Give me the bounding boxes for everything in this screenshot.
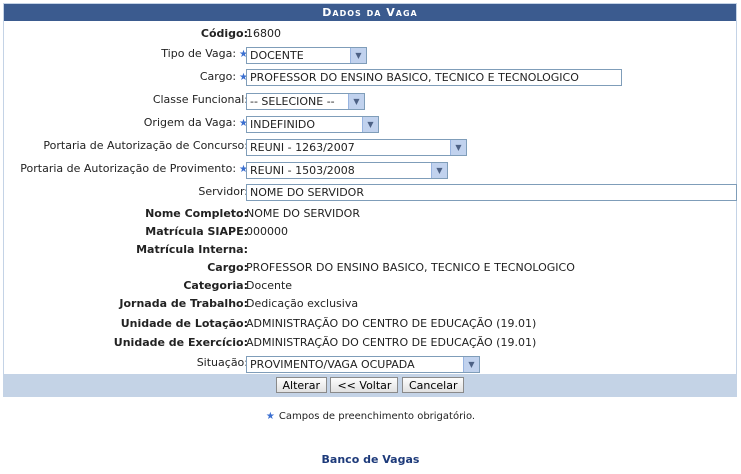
portaria-provimento-label-text: Portaria de Autorização de Provimento:	[20, 162, 237, 175]
chevron-down-icon[interactable]: ▼	[450, 139, 466, 155]
row-codigo: Código: 16800	[4, 24, 736, 44]
row-nome-completo: Nome Completo: NOME DO SERVIDOR	[4, 204, 736, 224]
cargo-label: Cargo: ★	[200, 67, 248, 87]
cargo-input[interactable]: PROFESSOR DO ENSINO BASICO, TECNICO E TE…	[246, 69, 622, 86]
chevron-down-icon[interactable]: ▼	[348, 93, 364, 109]
cargo-info-label: Cargo:	[207, 261, 248, 274]
tipo-vaga-label-text: Tipo de Vaga:	[161, 47, 237, 60]
categoria-label: Categoria:	[183, 279, 248, 292]
situacao-selected: PROVIMENTO/VAGA OCUPADA	[250, 357, 415, 371]
row-origem-vaga: Origem da Vaga: ★ INDEFINIDO ▼	[4, 113, 736, 133]
row-jornada: Jornada de Trabalho: Dedicação exclusiva	[4, 294, 736, 314]
form-panel: Dados da Vaga Código: 16800 Tipo de Vaga…	[3, 3, 737, 397]
origem-vaga-label-text: Origem da Vaga:	[143, 116, 237, 129]
unidade-exercicio-label: Unidade de Exercício:	[113, 336, 248, 349]
cargo-label-text: Cargo:	[199, 70, 237, 83]
voltar-button[interactable]: << Voltar	[330, 377, 399, 393]
row-classe-funcional: Classe Funcional: -- SELECIONE -- ▼	[4, 90, 736, 110]
chevron-down-icon[interactable]: ▼	[350, 47, 366, 63]
row-cargo: Cargo: ★ PROFESSOR DO ENSINO BASICO, TECN…	[4, 67, 736, 87]
nome-completo-value: NOME DO SERVIDOR	[246, 207, 360, 220]
portaria-provimento-select[interactable]: REUNI - 1503/2008 ▼	[246, 161, 448, 179]
servidor-input[interactable]: NOME DO SERVIDOR	[246, 184, 737, 201]
cancelar-button[interactable]: Cancelar	[401, 377, 465, 393]
row-unidade-exercicio: Unidade de Exercício: ADMINISTRAÇÃO DO C…	[4, 333, 736, 353]
tipo-vaga-select[interactable]: DOCENTE ▼	[246, 46, 367, 64]
portaria-concurso-select[interactable]: REUNI - 1263/2007 ▼	[246, 138, 467, 156]
classe-funcional-label: Classe Funcional:	[152, 93, 248, 106]
portaria-concurso-label: Portaria de Autorização de Concurso:	[43, 139, 248, 152]
required-fields-note: ★ Campos de preenchimento obrigatório.	[0, 411, 741, 422]
unidade-lotacao-label: Unidade de Lotação:	[120, 317, 248, 330]
row-servidor: Servidor: NOME DO SERVIDOR	[4, 182, 737, 202]
unidade-lotacao-value: ADMINISTRAÇÃO DO CENTRO DE EDUCAÇÃO (19.…	[246, 317, 537, 330]
categoria-value: Docente	[246, 279, 293, 292]
row-portaria-concurso: Portaria de Autorização de Concurso: REU…	[4, 136, 736, 156]
matricula-siape-value: 000000	[246, 225, 288, 238]
chevron-down-icon[interactable]: ▼	[463, 356, 479, 372]
chevron-down-icon[interactable]: ▼	[431, 162, 447, 178]
portaria-provimento-label: Portaria de Autorização de Provimento: ★	[20, 159, 248, 179]
row-cargo-info: Cargo: PROFESSOR DO ENSINO BASICO, TECNI…	[4, 258, 736, 278]
banco-de-vagas-link[interactable]: Banco de Vagas	[0, 453, 741, 466]
unidade-exercicio-value: ADMINISTRAÇÃO DO CENTRO DE EDUCAÇÃO (19.…	[246, 336, 537, 349]
servidor-label: Servidor:	[198, 185, 248, 198]
classe-funcional-selected: -- SELECIONE --	[250, 94, 335, 108]
origem-vaga-selected: INDEFINIDO	[250, 117, 316, 131]
portaria-concurso-selected: REUNI - 1263/2007	[250, 140, 355, 154]
row-unidade-lotacao: Unidade de Lotação: ADMINISTRAÇÃO DO CEN…	[4, 314, 736, 334]
tipo-vaga-selected: DOCENTE	[250, 48, 304, 62]
matricula-siape-label: Matrícula SIAPE:	[145, 225, 248, 238]
jornada-value: Dedicação exclusiva	[246, 297, 359, 310]
situacao-label: Situação:	[196, 356, 248, 369]
required-star-icon: ★	[265, 411, 275, 422]
codigo-value: 16800	[246, 27, 281, 40]
row-tipo-vaga: Tipo de Vaga: ★ DOCENTE ▼	[4, 44, 736, 64]
row-portaria-provimento: Portaria de Autorização de Provimento: ★ …	[4, 159, 736, 179]
row-matricula-siape: Matrícula SIAPE: 000000	[4, 222, 736, 242]
codigo-label: Código:	[200, 27, 248, 40]
tipo-vaga-label: Tipo de Vaga: ★	[161, 44, 248, 64]
jornada-label: Jornada de Trabalho:	[119, 297, 248, 310]
required-fields-note-text: Campos de preenchimento obrigatório.	[278, 411, 476, 422]
classe-funcional-select[interactable]: -- SELECIONE -- ▼	[246, 92, 365, 110]
row-categoria: Categoria: Docente	[4, 276, 736, 296]
alterar-button[interactable]: Alterar	[275, 377, 327, 393]
panel-caption: Dados da Vaga	[4, 4, 736, 21]
origem-vaga-label: Origem da Vaga: ★	[144, 113, 248, 133]
row-situacao: Situação: PROVIMENTO/VAGA OCUPADA ▼	[4, 353, 736, 373]
nome-completo-label: Nome Completo:	[145, 207, 248, 220]
situacao-select[interactable]: PROVIMENTO/VAGA OCUPADA ▼	[246, 355, 480, 373]
origem-vaga-select[interactable]: INDEFINIDO ▼	[246, 115, 379, 133]
portaria-provimento-selected: REUNI - 1503/2008	[250, 163, 355, 177]
chevron-down-icon[interactable]: ▼	[362, 116, 378, 132]
row-matricula-interna: Matrícula Interna:	[4, 240, 736, 260]
matricula-interna-label: Matrícula Interna:	[136, 243, 248, 256]
form-actions: Alterar << Voltar Cancelar	[4, 374, 736, 396]
cargo-info-value: PROFESSOR DO ENSINO BASICO, TECNICO E TE…	[246, 261, 575, 274]
